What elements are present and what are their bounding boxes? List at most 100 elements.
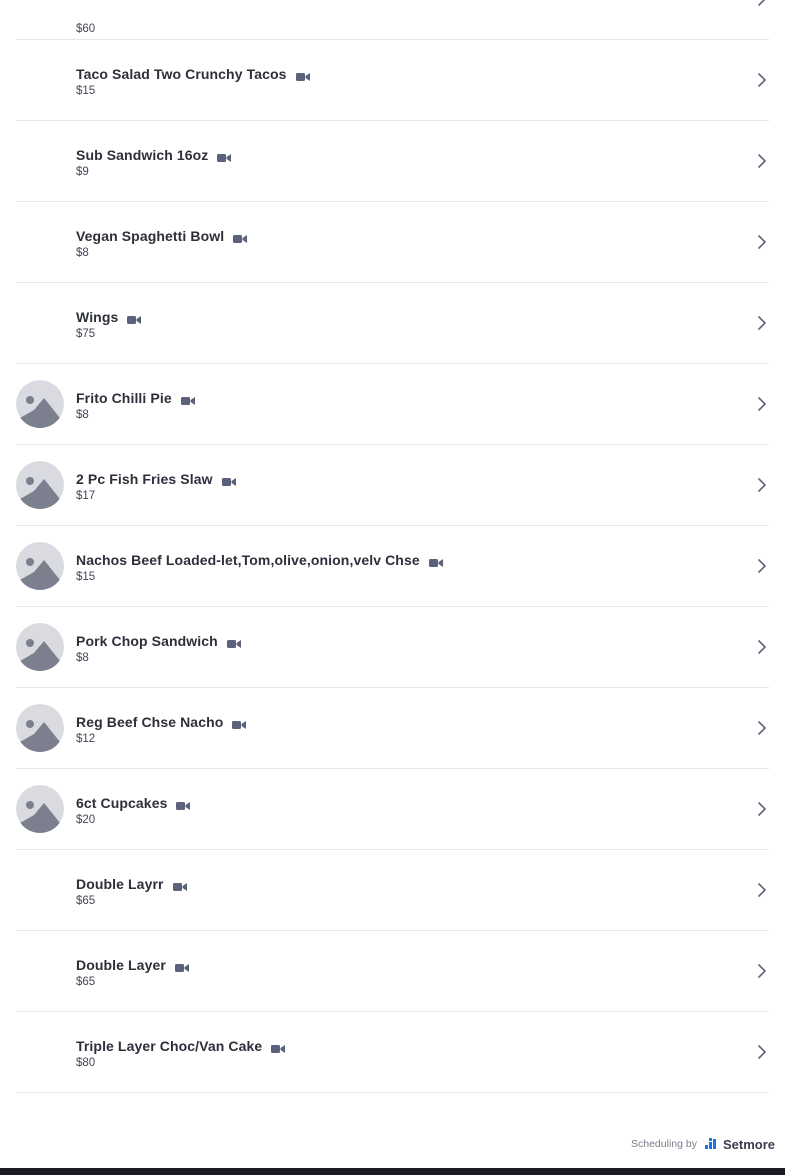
video-camera-icon [127, 312, 142, 324]
service-price: $8 [76, 409, 89, 421]
image-placeholder-icon [16, 623, 64, 671]
chevron-right-icon[interactable] [757, 963, 767, 979]
service-title-line: Nachos Beef Loaded-let,Tom,olive,onion,v… [76, 550, 443, 570]
service-title-line: Reg Beef Chse Nacho [76, 712, 247, 732]
service-row[interactable]: Nachos Beef Loaded-let,Tom,olive,onion,v… [16, 526, 769, 607]
service-name: Frito Chilli Pie [76, 390, 172, 406]
chevron-right-icon[interactable] [757, 639, 767, 655]
chevron-right-icon[interactable] [757, 234, 767, 250]
service-row[interactable]: Wings $75 [16, 283, 769, 364]
service-row[interactable]: Taco Salad Two Crunchy Tacos $15 [16, 40, 769, 121]
service-price: $15 [76, 571, 96, 583]
footer-label: Scheduling by [631, 1138, 697, 1150]
service-info: Vegan Spaghetti Bowl $8 [76, 225, 248, 259]
service-info: Wings $75 [76, 306, 142, 340]
service-price: $15 [76, 85, 96, 97]
image-placeholder-icon [16, 380, 64, 428]
video-camera-icon [233, 231, 248, 243]
service-row[interactable]: Double Layrr $65 [16, 850, 769, 931]
service-info: Taco Salad Two Crunchy Tacos $15 [76, 63, 310, 97]
service-price: $20 [76, 814, 96, 826]
service-info: 2 Pc Fish Fries Slaw $17 [76, 468, 236, 502]
service-name: Pork Chop Sandwich [76, 633, 218, 649]
image-placeholder-icon [16, 542, 64, 590]
service-title-line: Vegan Spaghetti Bowl [76, 226, 248, 246]
service-info: Pork Chop Sandwich $8 [76, 630, 241, 664]
service-row[interactable]: $60 [16, 0, 769, 40]
service-title-line: 6ct Cupcakes [76, 793, 191, 813]
service-name: Sub Sandwich 16oz [76, 147, 209, 163]
setmore-logo[interactable]: Setmore [704, 1136, 775, 1152]
service-price: $80 [76, 1057, 96, 1069]
service-price: $75 [76, 328, 96, 340]
video-camera-icon [226, 636, 241, 648]
image-placeholder-icon [16, 785, 64, 833]
video-camera-icon [217, 150, 232, 162]
service-name: Double Layrr [76, 876, 164, 892]
service-row[interactable]: 6ct Cupcakes $20 [16, 769, 769, 850]
service-row[interactable]: Triple Layer Choc/Van Cake $80 [16, 1012, 769, 1093]
service-title-line: Double Layer [76, 955, 189, 975]
service-info: Double Layer $65 [76, 954, 189, 988]
service-price: $12 [76, 733, 96, 745]
service-info: Sub Sandwich 16oz $9 [76, 144, 232, 178]
service-name: Wings [76, 309, 119, 325]
service-info: Frito Chilli Pie $8 [76, 387, 195, 421]
service-info: Nachos Beef Loaded-let,Tom,olive,onion,v… [76, 549, 443, 583]
service-title-line: Wings [76, 307, 142, 327]
service-name: Taco Salad Two Crunchy Tacos [76, 66, 287, 82]
service-row[interactable]: Vegan Spaghetti Bowl $8 [16, 202, 769, 283]
service-name: 6ct Cupcakes [76, 795, 168, 811]
chevron-right-icon[interactable] [757, 0, 767, 7]
service-row[interactable]: Reg Beef Chse Nacho $12 [16, 688, 769, 769]
chevron-right-icon[interactable] [757, 801, 767, 817]
service-name: Nachos Beef Loaded-let,Tom,olive,onion,v… [76, 552, 420, 568]
setmore-brand-text: Setmore [722, 1136, 775, 1152]
image-placeholder-icon [16, 704, 64, 752]
service-list: $60 Taco Salad Two Crunchy Tacos $15 Sub Sa… [16, 0, 769, 1093]
service-row[interactable]: Sub Sandwich 16oz $9 [16, 121, 769, 202]
service-price: $60 [76, 22, 96, 35]
service-name: Reg Beef Chse Nacho [76, 714, 224, 730]
video-camera-icon [271, 1041, 286, 1053]
chevron-right-icon[interactable] [757, 72, 767, 88]
service-name: Triple Layer Choc/Van Cake [76, 1038, 263, 1054]
video-camera-icon [221, 474, 236, 486]
service-title-line: Pork Chop Sandwich [76, 631, 241, 651]
video-camera-icon [295, 69, 310, 81]
service-row[interactable]: Pork Chop Sandwich $8 [16, 607, 769, 688]
service-row[interactable]: Frito Chilli Pie $8 [16, 364, 769, 445]
chevron-right-icon[interactable] [757, 153, 767, 169]
chevron-right-icon[interactable] [757, 882, 767, 898]
service-price: $9 [76, 166, 89, 178]
service-price: $17 [76, 490, 96, 502]
service-title-line: Triple Layer Choc/Van Cake [76, 1036, 286, 1056]
service-title-line: Taco Salad Two Crunchy Tacos [76, 64, 310, 84]
service-info: Triple Layer Choc/Van Cake $80 [76, 1035, 286, 1069]
service-info: Double Layrr $65 [76, 873, 187, 907]
service-info: 6ct Cupcakes $20 [76, 792, 191, 826]
setmore-logo-icon [704, 1138, 716, 1149]
service-price: $65 [76, 895, 96, 907]
chevron-right-icon[interactable] [757, 558, 767, 574]
service-name: Vegan Spaghetti Bowl [76, 228, 225, 244]
chevron-right-icon[interactable] [757, 1044, 767, 1060]
video-camera-icon [180, 393, 195, 405]
video-camera-icon [176, 798, 191, 810]
service-title-line: Frito Chilli Pie [76, 388, 195, 408]
video-camera-icon [428, 555, 443, 567]
footer: Scheduling by Setmore [631, 1134, 775, 1154]
video-camera-icon [232, 717, 247, 729]
service-price: $8 [76, 652, 89, 664]
service-info: Reg Beef Chse Nacho $12 [76, 711, 247, 745]
video-camera-icon [172, 879, 187, 891]
service-row[interactable]: Double Layer $65 [16, 931, 769, 1012]
service-name: 2 Pc Fish Fries Slaw [76, 471, 213, 487]
chevron-right-icon[interactable] [757, 396, 767, 412]
service-info: $60 [76, 0, 95, 35]
service-row[interactable]: 2 Pc Fish Fries Slaw $17 [16, 445, 769, 526]
service-name: Double Layer [76, 957, 166, 973]
chevron-right-icon[interactable] [757, 315, 767, 331]
chevron-right-icon[interactable] [757, 720, 767, 736]
chevron-right-icon[interactable] [757, 477, 767, 493]
